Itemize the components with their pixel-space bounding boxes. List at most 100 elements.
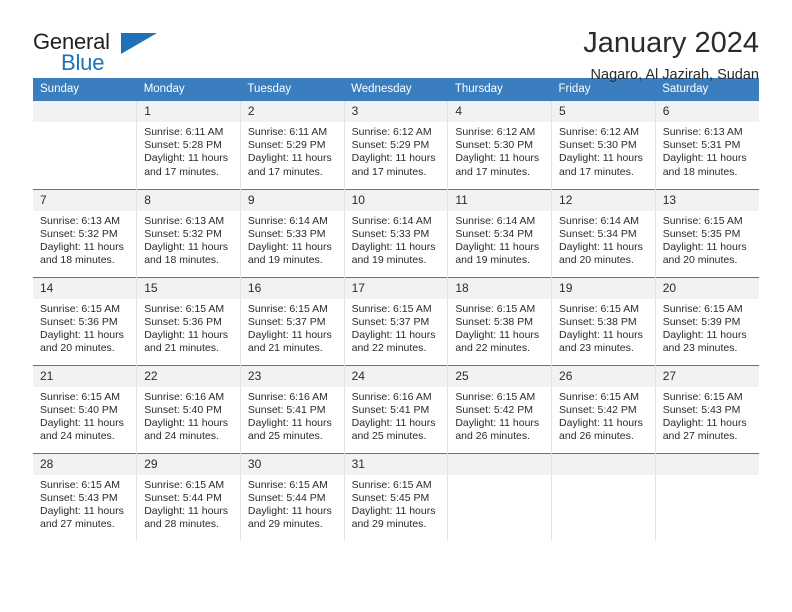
daylight-duration-line2: and 27 minutes. bbox=[662, 430, 738, 443]
daylight-duration-line1: Daylight: 11 hours bbox=[559, 240, 643, 253]
sunset-time: Sunset: 5:33 PM bbox=[351, 227, 430, 240]
day-number: 17 bbox=[344, 277, 448, 299]
daylight-duration-line2: and 17 minutes. bbox=[559, 165, 634, 178]
day-details: Sunrise: 6:12 AM Sunset: 5:29 PM Daylight:… bbox=[345, 122, 448, 179]
sunrise-time: Sunrise: 6:12 AM bbox=[559, 126, 639, 138]
calendar-week-row: 21 Sunrise: 6:15 AM Sunset: 5:40 PM Dayligh… bbox=[33, 364, 759, 453]
daylight-duration-line2: and 29 minutes. bbox=[247, 518, 323, 531]
daylight-duration-line1: Daylight: 11 hours bbox=[247, 152, 332, 165]
calendar-day-cell[interactable]: 21 Sunrise: 6:15 AM Sunset: 5:40 PM Dayligh… bbox=[33, 364, 138, 453]
day-number: 29 bbox=[137, 453, 240, 475]
sunrise-time: Sunrise: 6:15 AM bbox=[662, 302, 743, 315]
day-number: 30 bbox=[240, 453, 344, 475]
daylight-duration-line2: and 18 minutes. bbox=[40, 254, 115, 267]
daylight-duration-line2: and 21 minutes. bbox=[144, 342, 219, 355]
daylight-duration-line1: Daylight: 11 hours bbox=[40, 504, 124, 517]
calendar-day-cell[interactable]: 23 Sunrise: 6:16 AM Sunset: 5:41 PM Dayligh… bbox=[239, 364, 345, 453]
day-details: Sunrise: 6:16 AM Sunset: 5:41 PM Daylight:… bbox=[345, 387, 448, 444]
sunset-time: Sunset: 5:33 PM bbox=[247, 227, 326, 240]
calendar-cell-empty bbox=[447, 452, 553, 541]
calendar-day-cell[interactable]: 28 Sunrise: 6:15 AM Sunset: 5:43 PM Dayligh… bbox=[33, 452, 138, 541]
day-details: Sunrise: 6:15 AM Sunset: 5:44 PM Daylight:… bbox=[137, 475, 240, 532]
calendar-day-cell[interactable]: 29 Sunrise: 6:15 AM Sunset: 5:44 PM Dayligh… bbox=[136, 452, 241, 541]
calendar-day-cell[interactable]: 12 Sunrise: 6:14 AM Sunset: 5:34 PM Dayligh… bbox=[551, 188, 656, 277]
calendar-page: General Blue January 2024 Nagaro, Al Jaz… bbox=[0, 0, 792, 612]
calendar-day-cell[interactable]: 13 Sunrise: 6:15 AM Sunset: 5:35 PM Dayligh… bbox=[654, 188, 759, 277]
day-number: 31 bbox=[344, 453, 448, 475]
calendar-day-cell[interactable]: 8 Sunrise: 6:13 AM Sunset: 5:32 PM Daylight… bbox=[136, 188, 241, 277]
weekday-header-wednesday: Wednesday bbox=[344, 78, 448, 101]
sunrise-time: Sunrise: 6:14 AM bbox=[247, 214, 328, 227]
day-details: Sunrise: 6:15 AM Sunset: 5:39 PM Daylight:… bbox=[656, 299, 759, 356]
day-number bbox=[552, 453, 655, 475]
calendar-day-cell[interactable]: 3 Sunrise: 6:12 AM Sunset: 5:29 PM Daylight… bbox=[343, 101, 449, 189]
day-number: 7 bbox=[33, 189, 137, 211]
day-number bbox=[33, 101, 137, 122]
calendar-day-cell[interactable]: 30 Sunrise: 6:15 AM Sunset: 5:44 PM Dayligh… bbox=[239, 452, 345, 541]
daylight-duration-line2: and 23 minutes. bbox=[559, 342, 634, 355]
daylight-duration-line2: and 17 minutes. bbox=[351, 165, 427, 178]
calendar-day-cell[interactable]: 26 Sunrise: 6:15 AM Sunset: 5:42 PM Dayligh… bbox=[551, 364, 656, 453]
calendar-week-row: 28 Sunrise: 6:15 AM Sunset: 5:43 PM Dayligh… bbox=[33, 452, 759, 541]
calendar-day-cell[interactable]: 22 Sunrise: 6:16 AM Sunset: 5:40 PM Dayligh… bbox=[136, 364, 241, 453]
calendar-day-cell[interactable]: 20 Sunrise: 6:15 AM Sunset: 5:39 PM Dayligh… bbox=[654, 276, 759, 365]
calendar-day-cell[interactable]: 31 Sunrise: 6:15 AM Sunset: 5:45 PM Dayligh… bbox=[343, 452, 449, 541]
day-number: 20 bbox=[655, 277, 759, 299]
calendar-day-cell[interactable]: 9 Sunrise: 6:14 AM Sunset: 5:33 PM Daylight… bbox=[239, 188, 345, 277]
sunset-time: Sunset: 5:39 PM bbox=[662, 315, 741, 328]
daylight-duration-line1: Daylight: 11 hours bbox=[40, 240, 124, 253]
daylight-duration-line1: Daylight: 11 hours bbox=[455, 328, 540, 341]
calendar-day-cell[interactable]: 6 Sunrise: 6:13 AM Sunset: 5:31 PM Daylight… bbox=[654, 101, 759, 189]
sunset-time: Sunset: 5:31 PM bbox=[662, 139, 741, 152]
sunrise-time: Sunrise: 6:14 AM bbox=[351, 214, 432, 227]
sunrise-time: Sunrise: 6:15 AM bbox=[559, 390, 639, 403]
day-details: Sunrise: 6:15 AM Sunset: 5:42 PM Daylight:… bbox=[552, 387, 655, 444]
calendar-day-cell[interactable]: 10 Sunrise: 6:14 AM Sunset: 5:33 PM Dayligh… bbox=[343, 188, 449, 277]
day-details: Sunrise: 6:15 AM Sunset: 5:38 PM Daylight:… bbox=[448, 299, 551, 356]
daylight-duration-line1: Daylight: 11 hours bbox=[144, 152, 229, 165]
calendar-day-cell[interactable]: 14 Sunrise: 6:15 AM Sunset: 5:36 PM Dayligh… bbox=[33, 276, 138, 365]
brand-name-blue: Blue bbox=[61, 50, 105, 75]
sunrise-time: Sunrise: 6:13 AM bbox=[144, 214, 225, 227]
day-details: Sunrise: 6:14 AM Sunset: 5:34 PM Daylight:… bbox=[448, 211, 551, 268]
calendar-day-cell[interactable]: 16 Sunrise: 6:15 AM Sunset: 5:37 PM Dayligh… bbox=[239, 276, 345, 365]
calendar-day-cell[interactable]: 27 Sunrise: 6:15 AM Sunset: 5:43 PM Dayligh… bbox=[654, 364, 759, 453]
calendar-day-cell[interactable]: 1 Sunrise: 6:11 AM Sunset: 5:28 PM Daylight… bbox=[136, 101, 241, 189]
calendar-day-cell[interactable]: 11 Sunrise: 6:14 AM Sunset: 5:34 PM Dayligh… bbox=[447, 188, 553, 277]
sunset-time: Sunset: 5:40 PM bbox=[40, 403, 118, 416]
daylight-duration-line1: Daylight: 11 hours bbox=[351, 416, 436, 429]
day-details: Sunrise: 6:12 AM Sunset: 5:30 PM Daylight:… bbox=[552, 122, 655, 179]
daylight-duration-line1: Daylight: 11 hours bbox=[144, 240, 229, 253]
calendar-day-cell[interactable]: 25 Sunrise: 6:15 AM Sunset: 5:42 PM Dayligh… bbox=[447, 364, 553, 453]
day-number: 18 bbox=[448, 277, 552, 299]
day-number: 28 bbox=[33, 453, 137, 475]
day-number: 3 bbox=[344, 101, 448, 122]
sunrise-time: Sunrise: 6:11 AM bbox=[144, 126, 224, 138]
calendar-day-cell[interactable]: 17 Sunrise: 6:15 AM Sunset: 5:37 PM Dayligh… bbox=[343, 276, 449, 365]
calendar-day-cell[interactable]: 5 Sunrise: 6:12 AM Sunset: 5:30 PM Daylight… bbox=[551, 101, 656, 189]
sunset-time: Sunset: 5:44 PM bbox=[247, 491, 326, 504]
calendar-day-cell[interactable]: 7 Sunrise: 6:13 AM Sunset: 5:32 PM Daylight… bbox=[33, 188, 138, 277]
daylight-duration-line1: Daylight: 11 hours bbox=[455, 152, 540, 165]
daylight-duration-line2: and 20 minutes. bbox=[40, 342, 115, 355]
day-details: Sunrise: 6:15 AM Sunset: 5:35 PM Daylight:… bbox=[656, 211, 759, 268]
calendar-day-cell[interactable]: 15 Sunrise: 6:15 AM Sunset: 5:36 PM Dayligh… bbox=[136, 276, 241, 365]
day-number: 2 bbox=[240, 101, 344, 122]
sunrise-time: Sunrise: 6:14 AM bbox=[455, 214, 536, 227]
sunset-time: Sunset: 5:36 PM bbox=[40, 315, 118, 328]
calendar-day-cell[interactable]: 19 Sunrise: 6:15 AM Sunset: 5:38 PM Dayligh… bbox=[551, 276, 656, 365]
day-details: Sunrise: 6:15 AM Sunset: 5:43 PM Daylight:… bbox=[33, 475, 136, 532]
calendar-day-cell[interactable]: 24 Sunrise: 6:16 AM Sunset: 5:41 PM Dayligh… bbox=[343, 364, 449, 453]
day-details: Sunrise: 6:14 AM Sunset: 5:33 PM Daylight:… bbox=[241, 211, 344, 268]
daylight-duration-line2: and 17 minutes. bbox=[144, 165, 219, 178]
calendar-day-cell[interactable]: 18 Sunrise: 6:15 AM Sunset: 5:38 PM Dayligh… bbox=[447, 276, 553, 365]
daylight-duration-line1: Daylight: 11 hours bbox=[247, 416, 332, 429]
day-number: 4 bbox=[448, 101, 552, 122]
calendar-day-cell[interactable]: 4 Sunrise: 6:12 AM Sunset: 5:30 PM Daylight… bbox=[447, 101, 553, 189]
day-number bbox=[448, 453, 552, 475]
sunset-time: Sunset: 5:35 PM bbox=[662, 227, 741, 240]
sunset-time: Sunset: 5:30 PM bbox=[559, 139, 637, 152]
daylight-duration-line1: Daylight: 11 hours bbox=[559, 328, 643, 341]
calendar-day-cell[interactable]: 2 Sunrise: 6:11 AM Sunset: 5:29 PM Daylight… bbox=[239, 101, 345, 189]
general-blue-logo[interactable]: General Blue bbox=[33, 26, 157, 75]
